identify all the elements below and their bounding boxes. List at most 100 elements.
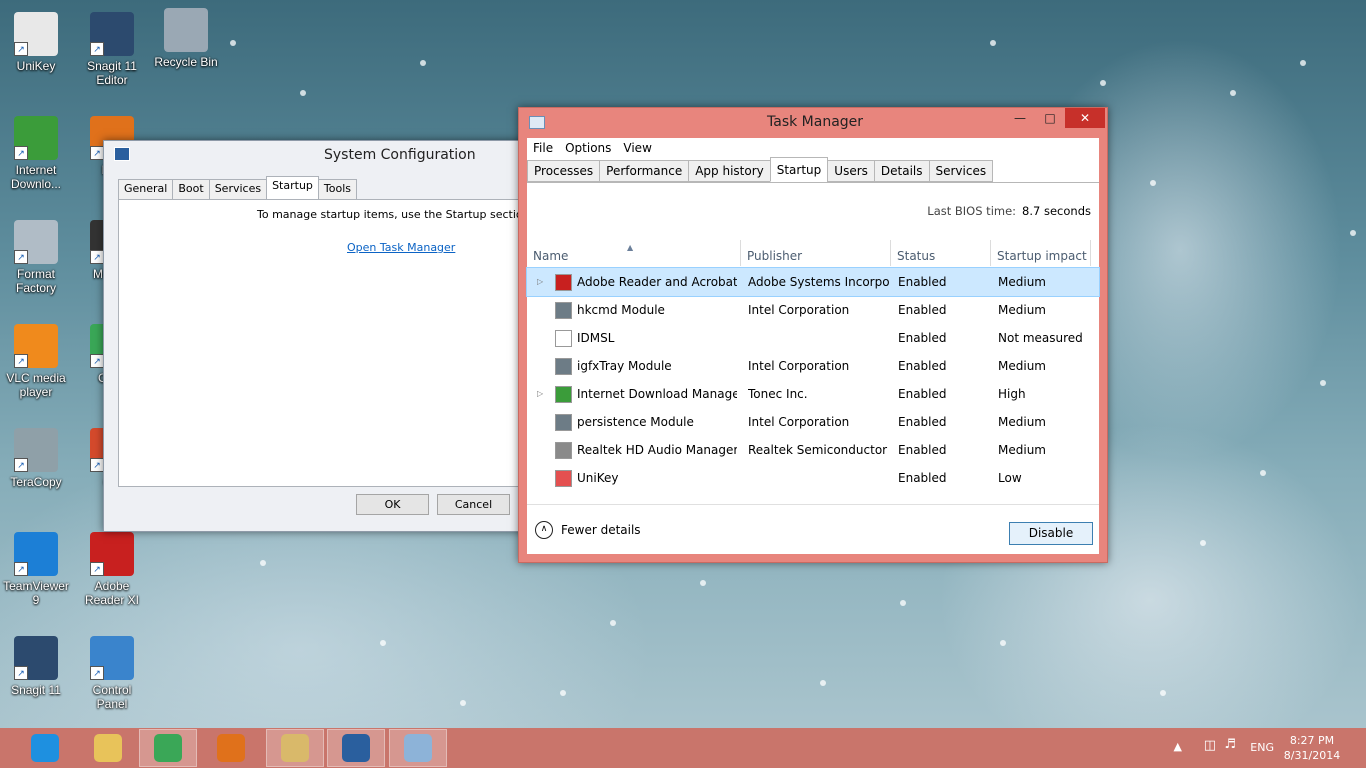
table-row[interactable]: IDMSL Enabled Not measured xyxy=(527,324,1099,352)
desktop-icon-label: Control Panel xyxy=(92,683,132,711)
disable-button[interactable]: Disable xyxy=(1009,522,1093,545)
taskbar-button[interactable] xyxy=(139,729,197,767)
desktop-icon[interactable]: ↗ Snagit 11 xyxy=(0,636,72,697)
taskbar-button[interactable] xyxy=(79,729,137,767)
desktop-icon[interactable]: ↗ Snagit 11 Editor xyxy=(76,12,148,87)
table-row[interactable]: igfxTray Module Intel Corporation Enabled M… xyxy=(527,352,1099,380)
snowflake xyxy=(420,60,426,66)
table-row[interactable]: ▷ Internet Download Manager... Tonec Inc. E… xyxy=(527,380,1099,408)
task-manager-window[interactable]: Task Manager — □ ✕ File Options View Proce… xyxy=(518,107,1108,563)
desktop-icon[interactable]: ↗ UniKey xyxy=(0,12,72,73)
ok-button[interactable]: OK xyxy=(356,494,429,515)
cancel-button[interactable]: Cancel xyxy=(437,494,510,515)
cell-status: Enabled xyxy=(898,359,947,373)
tab-performance[interactable]: Performance xyxy=(599,160,690,182)
cell-status: Enabled xyxy=(898,275,947,289)
desktop-icon[interactable]: ↗ Adobe Reader XI xyxy=(76,532,148,607)
recycle-bin-icon xyxy=(164,8,208,52)
syscfg-tab-startup[interactable]: Startup xyxy=(266,176,319,199)
tab-users[interactable]: Users xyxy=(827,160,875,182)
format-factory-icon: ↗ xyxy=(14,220,58,264)
snowflake xyxy=(560,690,566,696)
fewer-details-button[interactable]: ∧ Fewer details xyxy=(535,521,641,539)
open-task-manager-link[interactable]: Open Task Manager xyxy=(347,241,455,254)
shortcut-arrow-icon: ↗ xyxy=(14,354,28,368)
syscfg-tab-services[interactable]: Services xyxy=(208,179,268,199)
cell-impact: High xyxy=(998,387,1026,401)
cell-status: Enabled xyxy=(898,331,947,345)
shortcut-arrow-icon: ↗ xyxy=(14,250,28,264)
module-icon xyxy=(555,358,572,375)
desktop-icon[interactable]: ↗ TeraCopy xyxy=(0,428,72,489)
task-manager-footer: ∧ Fewer details Disable xyxy=(527,504,1099,555)
table-row[interactable]: UniKey Enabled Low xyxy=(527,464,1099,492)
snowflake xyxy=(1350,230,1356,236)
tab-services[interactable]: Services xyxy=(928,160,994,182)
chrome-icon xyxy=(154,734,182,762)
desktop-icon[interactable]: ↗ Control Panel xyxy=(76,636,148,711)
cell-impact: Medium xyxy=(998,359,1046,373)
menu-file[interactable]: File xyxy=(533,138,553,158)
desktop-icon[interactable]: ↗ Internet Downlo... xyxy=(0,116,72,191)
cell-name: Realtek HD Audio Manager xyxy=(577,443,737,457)
syscfg-tab-tools[interactable]: Tools xyxy=(317,179,358,199)
language-indicator[interactable]: ENG xyxy=(1250,741,1274,754)
control-panel-icon: ↗ xyxy=(90,636,134,680)
expand-icon[interactable]: ▷ xyxy=(537,380,543,408)
clock[interactable]: 8:27 PM 8/31/2014 xyxy=(1282,733,1342,763)
syscfg-tab-general[interactable]: General xyxy=(118,179,174,199)
tab-processes[interactable]: Processes xyxy=(527,160,601,182)
system-configuration-window[interactable]: System Configuration General Boot Services… xyxy=(103,140,559,532)
shortcut-arrow-icon: ↗ xyxy=(90,354,104,368)
cell-publisher: Intel Corporation xyxy=(748,303,850,317)
taskbar-button[interactable] xyxy=(389,729,447,767)
menu-options[interactable]: Options xyxy=(565,138,611,158)
desktop-icon[interactable]: ↗ TeamViewer 9 xyxy=(0,532,72,607)
desktop-icon[interactable]: Recycle Bin xyxy=(150,8,222,69)
network-icon[interactable]: ◫ xyxy=(1204,738,1216,753)
teamviewer-icon: ↗ xyxy=(14,532,58,576)
adobe-reader-icon: ↗ xyxy=(90,532,134,576)
cell-impact: Medium xyxy=(998,443,1046,457)
desktop-icon[interactable]: ↗ VLC media player xyxy=(0,324,72,399)
tab-details[interactable]: Details xyxy=(873,160,930,182)
menu-view[interactable]: View xyxy=(623,138,651,158)
snowflake xyxy=(610,620,616,626)
syscfg-app-icon xyxy=(114,147,130,161)
snagit-editor-icon: ↗ xyxy=(90,12,134,56)
cell-name: igfxTray Module xyxy=(577,359,672,373)
tab-app-history[interactable]: App history xyxy=(688,160,771,182)
column-publisher[interactable]: Publisher xyxy=(741,240,891,266)
minimize-button[interactable]: — xyxy=(1005,108,1035,128)
column-name[interactable]: Name xyxy=(527,240,741,266)
column-startup-impact[interactable]: Startup impact xyxy=(991,240,1091,266)
module-icon xyxy=(555,302,572,319)
show-hidden-icons-icon[interactable]: ▲ xyxy=(1174,740,1182,753)
cell-impact: Medium xyxy=(998,275,1046,289)
volume-icon[interactable]: ♬ xyxy=(1224,737,1236,752)
teracopy-icon: ↗ xyxy=(14,428,58,472)
snowflake xyxy=(1300,60,1306,66)
shortcut-arrow-icon: ↗ xyxy=(90,458,104,472)
shortcut-arrow-icon: ↗ xyxy=(14,562,28,576)
maximize-icon: □ xyxy=(1044,111,1056,125)
tab-divider xyxy=(527,182,1099,183)
table-row[interactable]: ▷ Adobe Reader and Acrobat ... Adobe Syste… xyxy=(526,267,1100,297)
syscfg-tab-boot[interactable]: Boot xyxy=(172,179,210,199)
table-row[interactable]: Realtek HD Audio Manager Realtek Semicond… xyxy=(527,436,1099,464)
maximize-button[interactable]: □ xyxy=(1035,108,1065,128)
table-row[interactable]: hkcmd Module Intel Corporation Enabled Medi… xyxy=(527,296,1099,324)
column-status[interactable]: Status xyxy=(891,240,991,266)
tab-startup[interactable]: Startup xyxy=(769,157,829,182)
expand-icon[interactable]: ▷ xyxy=(537,268,543,296)
taskbar-button[interactable] xyxy=(16,729,74,767)
table-row[interactable]: persistence Module Intel Corporation Enabl… xyxy=(527,408,1099,436)
snowflake xyxy=(1260,470,1266,476)
syscfg-titlebar[interactable]: System Configuration xyxy=(104,141,534,169)
task-manager-menubar: File Options View xyxy=(527,138,1099,158)
taskbar-button[interactable] xyxy=(202,729,260,767)
taskbar-button[interactable] xyxy=(266,729,324,767)
close-button[interactable]: ✕ xyxy=(1065,108,1105,128)
taskbar-button[interactable] xyxy=(327,729,385,767)
desktop-icon[interactable]: ↗ Format Factory xyxy=(0,220,72,295)
